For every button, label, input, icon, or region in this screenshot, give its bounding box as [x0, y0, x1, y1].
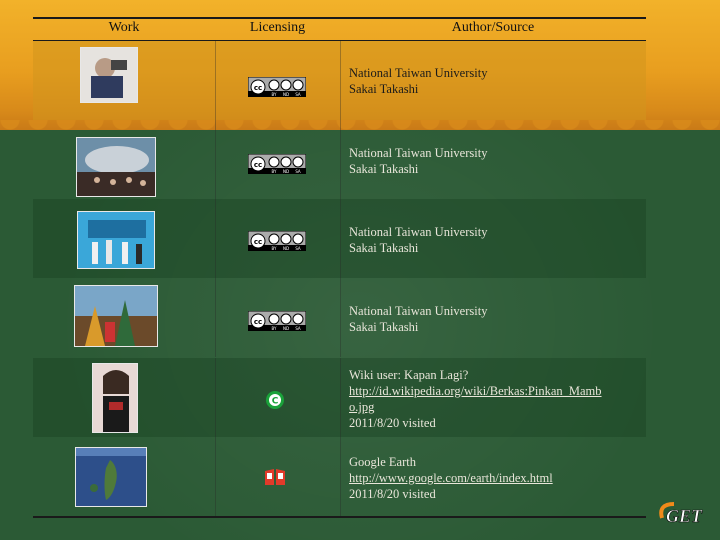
svg-text:BY: BY — [272, 169, 278, 174]
source-link[interactable]: http://id.wikipedia.org/wiki/Berkas:Pink… — [349, 384, 602, 398]
svg-text:C: C — [272, 397, 279, 407]
copyright-icon: C — [266, 391, 284, 409]
fair-use-book-icon — [265, 469, 285, 485]
table-top-rule — [33, 17, 646, 19]
svg-text:BY: BY — [272, 246, 278, 251]
get-logo: GET — [659, 502, 703, 526]
author-cell-4: National Taiwan University Sakai Takashi — [349, 304, 488, 334]
svg-text:cc: cc — [254, 84, 262, 92]
source-link[interactable]: http://www.google.com/earth/index.html — [349, 471, 553, 485]
svg-text:ND: ND — [283, 169, 289, 174]
work-thumbnail-2[interactable] — [76, 137, 156, 197]
cc-by-nd-sa-badge: cc BY ND SA — [248, 311, 306, 331]
svg-text:BY: BY — [272, 92, 278, 97]
author-cell-5: Wiki user: Kapan Lagi? http://id.wikiped… — [349, 368, 602, 430]
author-cell-6: Google Earth http://www.google.com/earth… — [349, 455, 553, 501]
author-cell-3: National Taiwan University Sakai Takashi — [349, 225, 488, 255]
work-thumbnail-6[interactable] — [75, 447, 147, 507]
table-bottom-rule — [33, 516, 646, 518]
work-thumbnail-1[interactable] — [80, 47, 138, 103]
author-cell-2: National Taiwan University Sakai Takashi — [349, 146, 488, 176]
svg-text:cc: cc — [254, 318, 262, 326]
svg-text:cc: cc — [254, 238, 262, 246]
work-thumbnail-3[interactable] — [77, 211, 155, 269]
svg-text:ND: ND — [283, 92, 289, 97]
svg-text:ND: ND — [283, 326, 289, 331]
source-link-continued[interactable]: o.jpg — [349, 400, 374, 414]
svg-text:cc: cc — [254, 161, 262, 169]
work-thumbnail-4[interactable] — [74, 285, 158, 347]
svg-text:BY: BY — [272, 326, 278, 331]
svg-text:SA: SA — [295, 326, 301, 331]
header-work: Work — [108, 20, 140, 35]
cc-by-nd-sa-badge: cc BY ND SA — [248, 77, 306, 97]
cc-by-nd-sa-badge: cc BY ND SA — [248, 231, 306, 251]
svg-text:SA: SA — [295, 246, 301, 251]
work-thumbnail-5[interactable] — [92, 363, 138, 433]
cc-by-nd-sa-badge: cc BY ND SA — [248, 154, 306, 174]
header-author-source: Author/Source — [451, 20, 535, 35]
header-licensing: Licensing — [249, 20, 306, 35]
svg-text:ND: ND — [283, 246, 289, 251]
svg-text:GET: GET — [666, 506, 703, 526]
svg-text:SA: SA — [295, 92, 301, 97]
author-cell-1: National Taiwan University Sakai Takashi — [349, 66, 488, 96]
svg-text:SA: SA — [295, 169, 301, 174]
